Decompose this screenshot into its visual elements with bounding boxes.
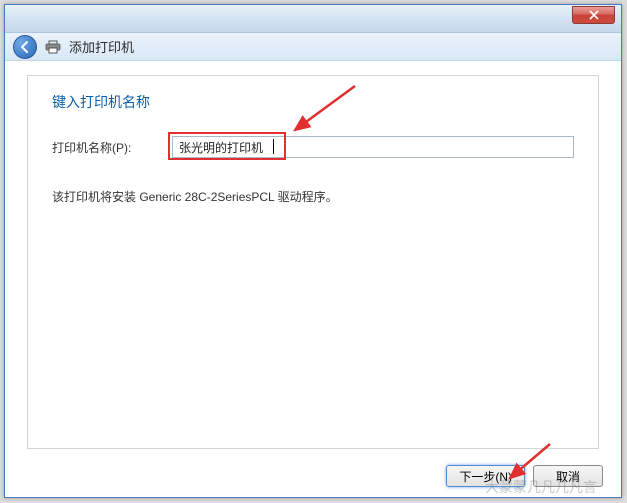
nav-row: 添加打印机 — [5, 33, 621, 61]
back-arrow-icon — [18, 40, 32, 54]
printer-name-input[interactable] — [172, 136, 574, 158]
nav-title: 添加打印机 — [69, 37, 134, 56]
close-button[interactable] — [572, 6, 615, 24]
content-panel: 键入打印机名称 打印机名称(P): 该打印机将安装 Generic 28C-2S… — [27, 75, 599, 449]
driver-info-text: 该打印机将安装 Generic 28C-2SeriesPCL 驱动程序。 — [52, 188, 574, 205]
close-icon — [589, 10, 599, 20]
dialog-footer: 下一步(N) 取消 — [5, 455, 621, 497]
printer-icon — [45, 40, 61, 54]
titlebar — [5, 5, 621, 33]
back-button[interactable] — [13, 35, 37, 59]
next-button[interactable]: 下一步(N) — [446, 465, 525, 487]
printer-name-row: 打印机名称(P): — [52, 136, 574, 158]
text-caret — [273, 139, 274, 154]
printer-name-label: 打印机名称(P): — [52, 139, 172, 156]
printer-name-input-wrap — [172, 136, 574, 158]
page-heading: 键入打印机名称 — [52, 92, 574, 112]
dialog-window: 添加打印机 键入打印机名称 打印机名称(P): 该打印机将安装 Generic … — [4, 4, 622, 498]
cancel-button[interactable]: 取消 — [533, 465, 603, 487]
